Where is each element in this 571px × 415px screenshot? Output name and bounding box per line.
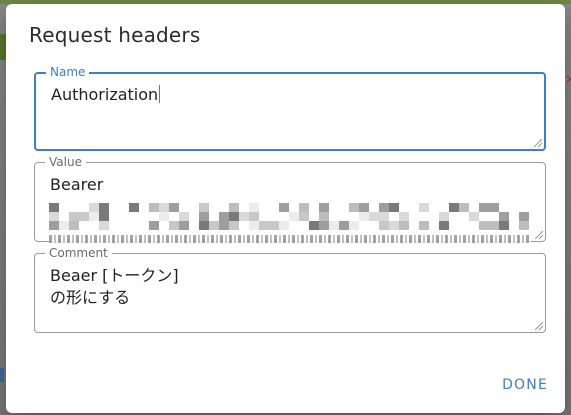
- redacted-pixel: [279, 203, 289, 212]
- redacted-pixel: [249, 203, 259, 212]
- value-field-input[interactable]: Bearer: [50, 174, 531, 196]
- redacted-pixel: [339, 221, 349, 230]
- redacted-pixel: [79, 212, 89, 221]
- redacted-pixel: [459, 203, 469, 212]
- text-caret: [159, 85, 161, 103]
- redacted-pixel: [269, 221, 279, 230]
- redacted-pixel: [309, 221, 319, 230]
- redacted-pixel: [499, 212, 509, 221]
- redacted-pixel: [479, 203, 489, 212]
- redacted-pixel: [379, 203, 389, 212]
- name-field-input[interactable]: Authorization: [51, 84, 530, 106]
- redacted-pixel: [249, 212, 259, 221]
- redacted-pixel: [49, 221, 59, 230]
- value-field-label: Value: [45, 155, 86, 169]
- redacted-pixel: [219, 221, 229, 230]
- redacted-pixel: [449, 203, 459, 212]
- redacted-pixel: [179, 212, 189, 221]
- redacted-pixel: [219, 212, 229, 221]
- dialog-title: Request headers: [29, 23, 201, 47]
- redacted-token-line: [49, 235, 531, 243]
- redacted-pixel: [369, 212, 379, 221]
- value-field[interactable]: Value Bearer: [34, 155, 546, 243]
- redacted-pixel: [239, 212, 249, 221]
- resize-handle-icon[interactable]: [535, 322, 543, 330]
- redacted-pixel: [49, 212, 59, 221]
- resize-handle-icon[interactable]: [534, 139, 542, 147]
- redacted-pixel: [319, 203, 329, 212]
- redacted-pixel: [279, 221, 289, 230]
- redacted-pixel: [439, 221, 449, 230]
- redacted-pixel: [389, 221, 399, 230]
- redacted-pixel: [49, 203, 59, 212]
- redacted-pixel: [389, 203, 399, 212]
- redacted-pixel: [229, 203, 239, 212]
- redacted-pixel: [319, 212, 329, 221]
- resize-handle-icon[interactable]: [535, 231, 543, 239]
- redacted-pixel: [439, 212, 449, 221]
- redacted-pixel: [89, 212, 99, 221]
- redacted-pixel: [229, 212, 239, 221]
- redacted-pixel: [379, 212, 389, 221]
- redacted-pixel: [359, 212, 369, 221]
- redacted-pixel: [399, 212, 409, 221]
- redacted-pixel: [89, 203, 99, 212]
- redacted-pixel: [349, 203, 359, 212]
- redacted-pixel: [209, 221, 219, 230]
- redacted-pixel: [159, 212, 169, 221]
- redacted-pixel: [519, 212, 529, 221]
- redacted-pixel: [399, 221, 409, 230]
- done-button[interactable]: DONE: [502, 377, 548, 393]
- redacted-pixel: [419, 203, 429, 212]
- redacted-pixel: [99, 221, 109, 230]
- comment-field-label: Comment: [45, 246, 112, 260]
- redacted-pixel: [169, 203, 179, 212]
- redacted-pixel: [169, 221, 179, 230]
- redacted-pixel: [199, 212, 209, 221]
- comment-field-input[interactable]: Beaer [トークン] の形にする: [50, 265, 531, 309]
- comment-field[interactable]: Comment Beaer [トークン] の形にする: [34, 246, 546, 333]
- redacted-pixel: [99, 212, 109, 221]
- redacted-pixel: [489, 221, 499, 230]
- redacted-pixel: [99, 203, 109, 212]
- backdrop-close-fragment-icon: ×: [565, 72, 571, 86]
- redacted-pixel: [499, 221, 509, 230]
- redacted-pixel: [249, 221, 259, 230]
- name-field-label: Name: [46, 65, 90, 79]
- value-field-value: Bearer: [50, 175, 104, 194]
- redacted-pixel: [379, 221, 389, 230]
- redacted-pixel: [299, 212, 309, 221]
- redacted-pixel: [199, 203, 209, 212]
- request-headers-dialog: Request headers Name Authorization Value…: [6, 4, 565, 413]
- redacted-pixel: [289, 212, 299, 221]
- redacted-pixel: [359, 203, 369, 212]
- name-field[interactable]: Name Authorization: [34, 65, 546, 151]
- redacted-pixel: [149, 221, 159, 230]
- redacted-pixel: [149, 203, 159, 212]
- redacted-pixel: [69, 212, 79, 221]
- comment-field-value: Beaer [トークン] の形にする: [50, 266, 179, 307]
- redacted-pixel: [159, 203, 169, 212]
- redacted-pixel: [469, 212, 479, 221]
- redacted-pixel: [419, 221, 429, 230]
- redacted-pixel: [199, 221, 209, 230]
- redacted-pixel: [519, 221, 529, 230]
- redacted-pixel: [259, 221, 269, 230]
- redacted-pixel: [329, 221, 339, 230]
- redacted-pixel: [479, 221, 489, 230]
- redacted-pixel: [179, 221, 189, 230]
- redacted-pixel: [59, 221, 69, 230]
- redacted-pixel: [69, 221, 79, 230]
- redacted-pixel: [489, 203, 499, 212]
- name-field-value: Authorization: [51, 85, 159, 104]
- redacted-pixel: [129, 203, 139, 212]
- redacted-pixel: [319, 221, 329, 230]
- redacted-pixel: [349, 221, 359, 230]
- redacted-pixel: [299, 203, 309, 212]
- backdrop-fragment-mark: [0, 368, 4, 382]
- redacted-pixel: [229, 221, 239, 230]
